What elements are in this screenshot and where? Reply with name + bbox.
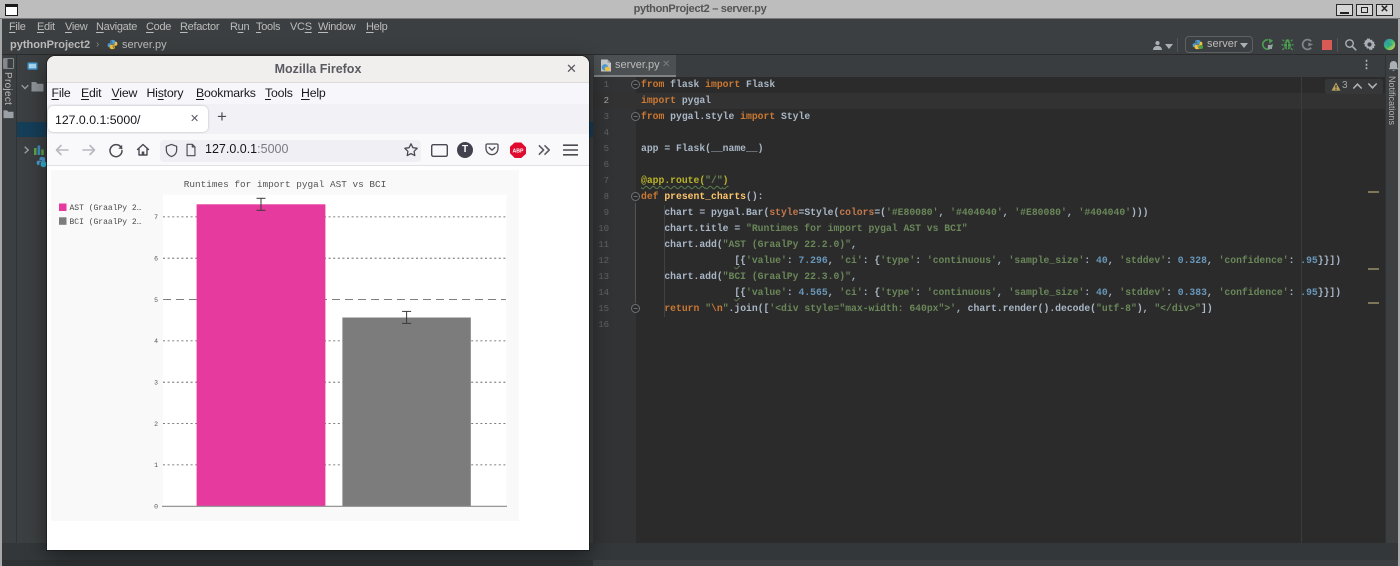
svg-text:AST (GraalPy 2…: AST (GraalPy 2… — [70, 204, 142, 213]
svg-text:2: 2 — [154, 421, 158, 428]
svg-text:3: 3 — [154, 379, 158, 386]
svg-text:1: 1 — [154, 462, 158, 469]
svg-text:5: 5 — [154, 297, 158, 304]
svg-text:BCI (GraalPy 2…: BCI (GraalPy 2… — [70, 218, 142, 227]
svg-text:Runtimes for import pygal AST: Runtimes for import pygal AST vs BCI — [184, 179, 387, 190]
svg-text:6: 6 — [154, 255, 158, 262]
svg-text:4: 4 — [154, 338, 158, 345]
svg-text:7: 7 — [154, 214, 158, 221]
svg-text:0: 0 — [154, 504, 158, 511]
svg-text:ABP: ABP — [513, 149, 524, 155]
